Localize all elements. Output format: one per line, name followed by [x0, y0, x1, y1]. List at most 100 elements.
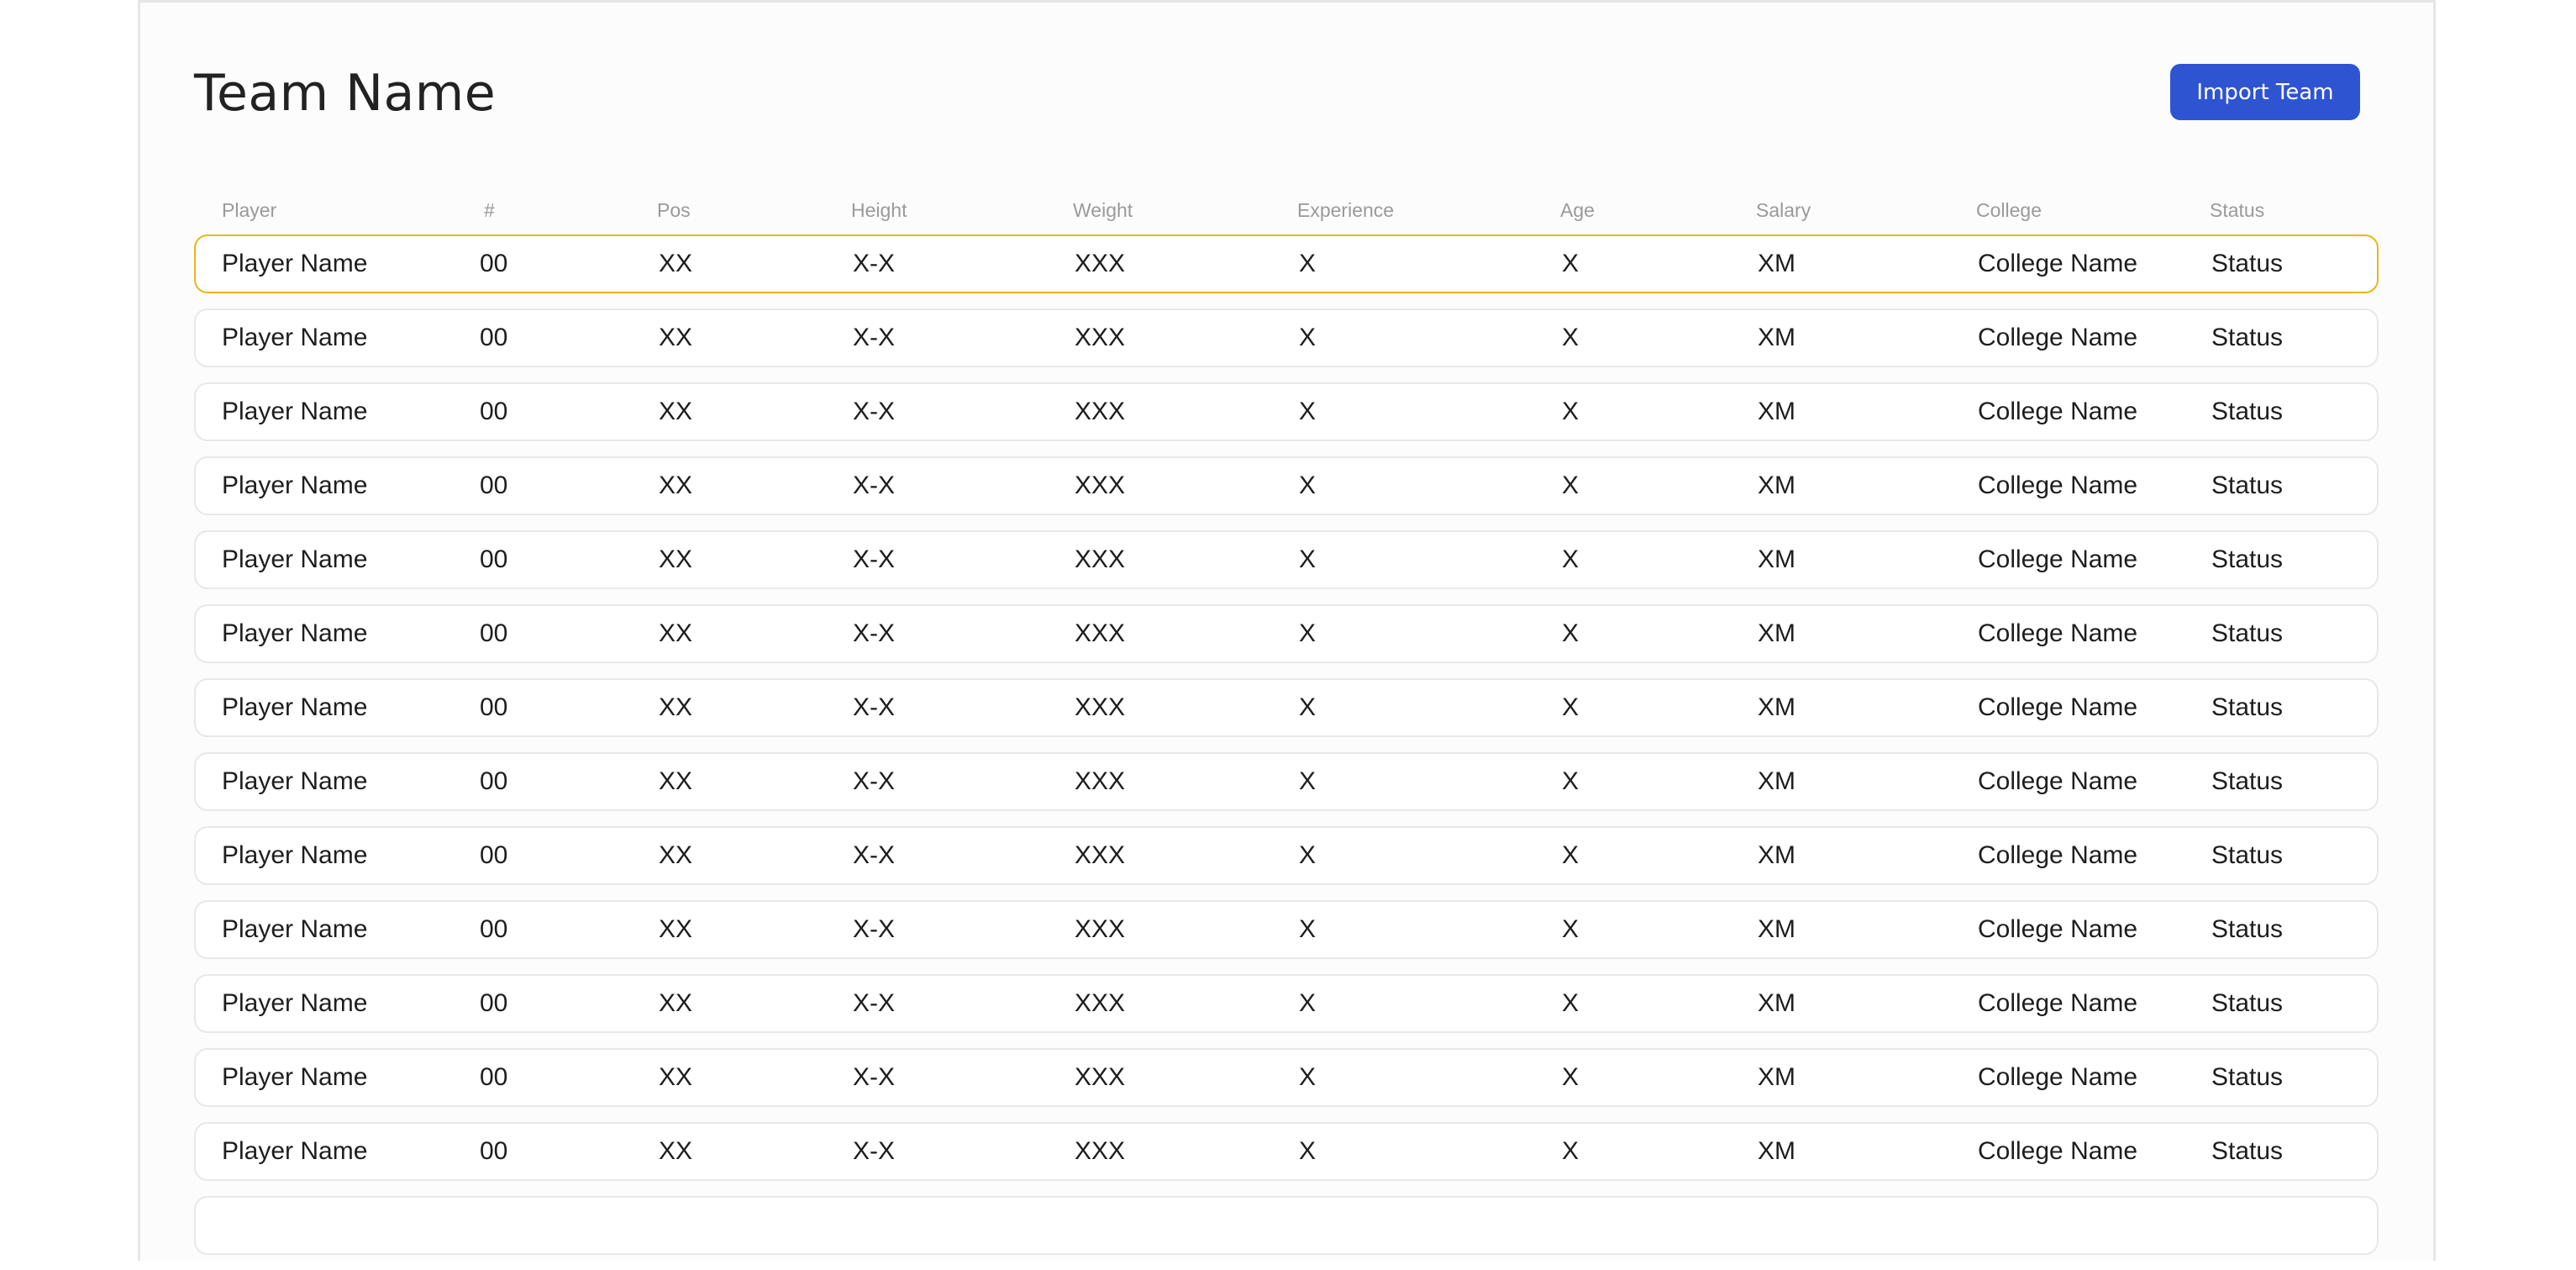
cell-weight: XXX [1075, 1050, 1125, 1105]
roster-table: Player # Pos Height Weight Experience Ag… [194, 194, 2379, 235]
cell-weight: XXX [1075, 236, 1125, 292]
cell-weight: XXX [1075, 532, 1125, 588]
column-header-age[interactable]: Age [1560, 199, 1595, 222]
cell-experience: X [1299, 902, 1316, 957]
cell-height: X-X [853, 458, 895, 514]
cell-player-name: Player Name [222, 902, 367, 957]
cell-age: X [1562, 532, 1579, 588]
cell-position: XX [659, 384, 692, 440]
column-header-height[interactable]: Height [851, 199, 907, 222]
cell-college: College Name [1978, 532, 2137, 588]
table-row[interactable]: Player Name00XXX-XXXXXXXMCollege NameSta… [194, 382, 2379, 441]
cell-position: XX [659, 1124, 692, 1179]
cell-weight: XXX [1075, 976, 1125, 1031]
cell-age: X [1562, 384, 1579, 440]
cell-experience: X [1299, 754, 1316, 809]
cell-college: College Name [1978, 310, 2137, 366]
cell-college: College Name [1978, 680, 2137, 735]
table-row[interactable]: Player Name00XXX-XXXXXXXMCollege NameSta… [194, 530, 2379, 589]
cell-experience: X [1299, 828, 1316, 883]
cell-height: X-X [853, 976, 895, 1031]
cell-player-name: Player Name [222, 828, 367, 883]
cell-height: X-X [853, 1124, 895, 1179]
cell-jersey-number: 00 [480, 680, 507, 735]
cell-college: College Name [1978, 236, 2137, 292]
cell-salary: XM [1758, 680, 1795, 735]
cell-experience: X [1299, 1050, 1316, 1105]
cell-height: X-X [853, 310, 895, 366]
cell-player-name: Player Name [222, 310, 367, 366]
column-header-pos[interactable]: Pos [657, 199, 691, 222]
table-row[interactable]: Player Name00XXX-XXXXXXXMCollege NameSta… [194, 456, 2379, 515]
column-header-player[interactable]: Player [222, 199, 276, 222]
table-row[interactable]: Player Name00XXX-XXXXXXXMCollege NameSta… [194, 826, 2379, 885]
column-header-salary[interactable]: Salary [1756, 199, 1811, 222]
cell-age: X [1562, 680, 1579, 735]
table-row[interactable]: Player Name00XXX-XXXXXXXMCollege NameSta… [194, 1122, 2379, 1181]
cell-age: X [1562, 236, 1579, 292]
cell-height: X-X [853, 754, 895, 809]
cell-height: X-X [853, 828, 895, 883]
cell-experience: X [1299, 236, 1316, 292]
table-row[interactable]: Player Name00XXX-XXXXXXXMCollege NameSta… [194, 308, 2379, 367]
table-row[interactable]: Player Name00XXX-XXXXXXXMCollege NameSta… [194, 1048, 2379, 1107]
cell-age: X [1562, 828, 1579, 883]
cell-salary: XM [1758, 458, 1795, 514]
table-row[interactable]: Player Name00XXX-XXXXXXXMCollege NameSta… [194, 974, 2379, 1033]
cell-height: X-X [853, 384, 895, 440]
cell-player-name: Player Name [222, 1050, 367, 1105]
cell-salary: XM [1758, 606, 1795, 661]
table-row[interactable]: Player Name00XXX-XXXXXXXMCollege NameSta… [194, 604, 2379, 663]
cell-player-name: Player Name [222, 532, 367, 588]
cell-jersey-number: 00 [480, 902, 507, 957]
cell-position: XX [659, 902, 692, 957]
column-header-number[interactable]: # [484, 199, 495, 222]
table-row[interactable]: Player Name00XXX-XXXXXXXMCollege NameSta… [194, 235, 2379, 293]
cell-status: Status [2211, 310, 2283, 366]
cell-college: College Name [1978, 902, 2137, 957]
table-body: Player Name00XXX-XXXXXXXMCollege NameSta… [194, 235, 2379, 1270]
cell-salary: XM [1758, 754, 1795, 809]
cell-status: Status [2211, 680, 2283, 735]
cell-college: College Name [1978, 828, 2137, 883]
cell-college: College Name [1978, 606, 2137, 661]
cell-player-name: Player Name [222, 606, 367, 661]
cell-status: Status [2211, 384, 2283, 440]
cell-experience: X [1299, 1124, 1316, 1179]
cell-position: XX [659, 532, 692, 588]
cell-position: XX [659, 236, 692, 292]
cell-height: X-X [853, 1050, 895, 1105]
column-header-college[interactable]: College [1976, 199, 2042, 222]
cell-college: College Name [1978, 458, 2137, 514]
cell-weight: XXX [1075, 828, 1125, 883]
column-header-weight[interactable]: Weight [1073, 199, 1133, 222]
import-team-button[interactable]: Import Team [2170, 64, 2360, 120]
cell-player-name: Player Name [222, 384, 367, 440]
cell-college: College Name [1978, 976, 2137, 1031]
table-row[interactable]: Player Name00XXX-XXXXXXXMCollege NameSta… [194, 678, 2379, 737]
cell-weight: XXX [1075, 754, 1125, 809]
cell-salary: XM [1758, 1124, 1795, 1179]
cell-weight: XXX [1075, 1124, 1125, 1179]
cell-jersey-number: 00 [480, 754, 507, 809]
table-row[interactable]: Player Name00XXX-XXXXXXXMCollege NameSta… [194, 752, 2379, 811]
cell-salary: XM [1758, 828, 1795, 883]
cell-weight: XXX [1075, 680, 1125, 735]
cell-jersey-number: 00 [480, 532, 507, 588]
cell-player-name: Player Name [222, 236, 367, 292]
cell-college: College Name [1978, 1050, 2137, 1105]
cell-age: X [1562, 1124, 1579, 1179]
cell-jersey-number: 00 [480, 236, 507, 292]
cell-college: College Name [1978, 384, 2137, 440]
cell-experience: X [1299, 384, 1316, 440]
cell-weight: XXX [1075, 310, 1125, 366]
column-header-experience[interactable]: Experience [1297, 199, 1394, 222]
column-header-status[interactable]: Status [2210, 199, 2264, 222]
cell-height: X-X [853, 902, 895, 957]
cell-experience: X [1299, 310, 1316, 366]
cell-height: X-X [853, 606, 895, 661]
cell-status: Status [2211, 902, 2283, 957]
cell-jersey-number: 00 [480, 606, 507, 661]
cell-salary: XM [1758, 902, 1795, 957]
table-row[interactable]: Player Name00XXX-XXXXXXXMCollege NameSta… [194, 900, 2379, 959]
